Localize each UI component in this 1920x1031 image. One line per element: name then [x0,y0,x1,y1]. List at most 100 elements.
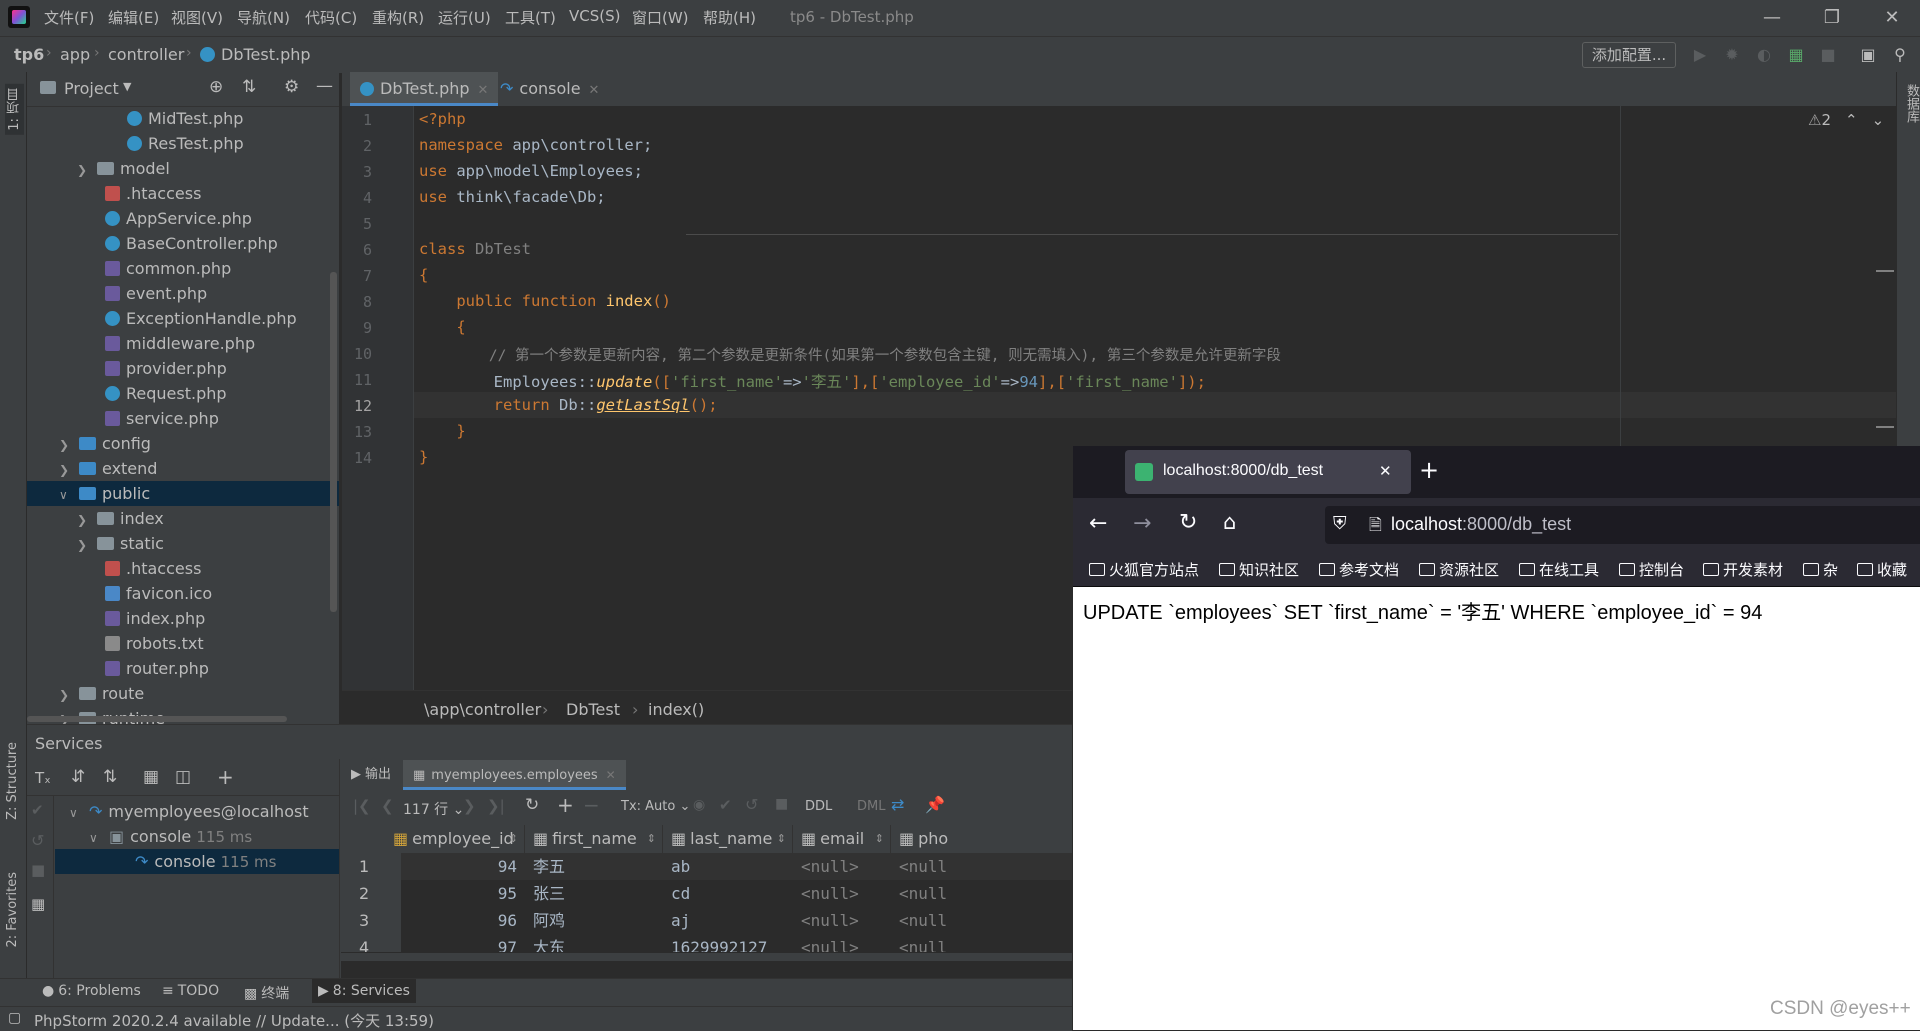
cell-last-name[interactable]: ab [671,853,791,880]
menu-help[interactable]: 帮助(H) [703,7,756,28]
tree-item-common[interactable]: common.php [105,256,231,281]
breadcrumb-project[interactable]: tp6 [14,45,44,64]
pending-icon[interactable]: ◉ [693,797,705,813]
breadcrumb-namespace[interactable]: \app\controller [424,700,541,719]
cell-employee-id[interactable]: 96 [383,907,517,934]
cell-phone[interactable]: <null [899,934,1072,952]
bookmark-resources[interactable]: 资源社区 [1419,559,1499,580]
tree-item-restest[interactable]: ResTest.php [127,131,244,156]
tree-item-appservice[interactable]: AppService.php [105,206,252,231]
menu-code[interactable]: 代码(C) [305,7,357,28]
cell-email[interactable]: <null> [801,880,891,907]
error-stripe-mark[interactable] [1876,270,1894,272]
collapse-all-icon[interactable]: ⇅ [242,77,256,97]
close-window-icon[interactable]: ✕ [1872,4,1912,32]
cell-last-name[interactable]: cd [671,880,791,907]
minimize-icon[interactable]: — [1752,4,1792,32]
structure-tool-tab[interactable]: Z: Structure [5,742,20,820]
project-structure-icon[interactable]: ▣ [1858,45,1878,65]
menu-vcs[interactable]: VCS(S) [569,7,620,25]
cell-phone[interactable]: <null [899,907,1072,934]
breadcrumb-class[interactable]: DbTest [566,700,620,719]
cell-email[interactable]: <null> [801,934,891,952]
stop-icon[interactable]: ■ [31,861,45,879]
column-header-phone[interactable]: ▦ pho [891,825,1072,853]
group-by-icon[interactable]: ▦ [143,767,159,787]
database-tool-tab[interactable]: 数据库 [1902,84,1920,123]
column-header-employee-id[interactable]: ▦ employee_id ⇕ [383,825,525,853]
cell-employee-id[interactable]: 95 [383,880,517,907]
tree-item-midtest[interactable]: MidTest.php [127,106,243,131]
status-layout-icon[interactable]: ▢ [8,1010,21,1026]
url-bar[interactable]: ⛨ 🗎 localhost:8000/db_test [1325,506,1920,544]
bookmark-firefox-official[interactable]: 火狐官方站点 [1089,559,1199,580]
pin-icon[interactable]: 📌 [925,795,945,814]
browser-tab[interactable]: localhost:8000/db_test ✕ [1125,450,1411,494]
tree-item-middleware[interactable]: middleware.php [105,331,255,356]
commit-icon[interactable]: ✔ [31,801,44,819]
first-page-icon[interactable]: |❮ [353,797,371,815]
ddl-button[interactable]: DDL [805,799,832,814]
bookmark-tools[interactable]: 在线工具 [1519,559,1599,580]
previous-page-icon[interactable]: ❮ [381,797,394,815]
tab-terminal[interactable]: ▩ 终端 [244,983,289,1003]
cell-employee-id[interactable]: 94 [383,853,517,880]
previous-highlight-icon[interactable]: ⌃ [1845,111,1858,129]
gear-icon[interactable]: ⚙ [284,77,299,97]
tab-todo[interactable]: ≡ TODO [162,983,219,999]
forward-icon[interactable]: → [1133,511,1151,536]
bookmark-knowledge[interactable]: 知识社区 [1219,559,1299,580]
delete-row-icon[interactable]: − [583,793,600,817]
column-header-last-name[interactable]: ▦ last_name ⇕ [663,825,793,853]
tree-item-service[interactable]: service.php [105,406,219,431]
project-scrollbar[interactable] [330,272,337,612]
tree-folder-index[interactable]: ❯ index [77,506,164,531]
column-header-first-name[interactable]: ▦ first_name ⇕ [525,825,663,853]
menu-navigate[interactable]: 导航(N) [237,7,290,28]
profile-icon[interactable]: ▦ [1786,45,1806,65]
close-tab-icon[interactable]: ✕ [1379,462,1392,480]
add-service-icon[interactable]: + [217,765,234,789]
breadcrumb-method[interactable]: index() [648,700,704,719]
inspection-widget[interactable]: ⚠2 ⌃ ⌄ [1808,111,1884,129]
tree-folder-extend[interactable]: ❯ extend [59,456,157,481]
bookmark-misc[interactable]: 杂 [1803,559,1838,580]
tree-item-public-htaccess[interactable]: .htaccess [105,556,201,581]
tree-item-request[interactable]: Request.php [105,381,227,406]
tab-problems[interactable]: ● 6: Problems [42,983,141,999]
tree-folder-config[interactable]: ❯ config [59,431,151,456]
menu-tools[interactable]: 工具(T) [505,7,556,28]
column-header-email[interactable]: ▦ email ⇕ [793,825,891,853]
project-view-title[interactable]: Project [64,79,119,98]
cell-phone[interactable]: <null [899,853,1072,880]
tab-console[interactable]: ↷ console ✕ [490,72,609,106]
breadcrumb-controller[interactable]: controller [108,45,184,64]
menu-window[interactable]: 窗口(W) [632,7,689,28]
service-console[interactable]: ∨ ▣ console 115 ms [89,824,252,849]
tree-folder-public[interactable]: ∨ public [27,481,339,506]
tree-item-index-php[interactable]: index.php [105,606,205,631]
error-stripe-mark[interactable] [1876,426,1894,428]
tree-folder-route[interactable]: ❯ route [59,681,144,706]
sort-icon[interactable]: ⇕ [509,825,518,853]
breadcrumb-file[interactable]: DbTest.php [221,45,311,64]
service-console-session[interactable]: ↷ console 115 ms [55,849,339,874]
filter-icon[interactable]: ◫ [175,767,191,787]
tab-output[interactable]: ▶ 输出 [343,760,399,790]
row-count-selector[interactable]: 117 行 ⌄ [403,799,464,819]
tree-item-event[interactable]: event.php [105,281,207,306]
service-datasource[interactable]: ∨ ↷ myemployees@localhost [69,799,309,824]
bookmark-docs[interactable]: 参考文档 [1319,559,1399,580]
run-icon[interactable]: ▶ [1690,45,1710,65]
close-tab-icon[interactable]: ✕ [478,83,489,98]
sort-icon[interactable]: ⇕ [875,825,884,853]
debug-icon[interactable]: ✹ [1722,45,1742,65]
reload-icon[interactable]: ↻ [1179,510,1197,535]
cell-first-name[interactable]: 李五 [533,853,663,880]
compare-icon[interactable]: ⇄ [891,795,904,814]
tree-item-favicon[interactable]: favicon.ico [105,581,212,606]
tx-icon[interactable]: Tₓ [35,769,51,787]
chevron-down-icon[interactable]: ▼ [123,80,131,93]
coverage-icon[interactable]: ◐ [1754,45,1774,65]
shield-icon[interactable]: ⛨ [1333,513,1347,534]
